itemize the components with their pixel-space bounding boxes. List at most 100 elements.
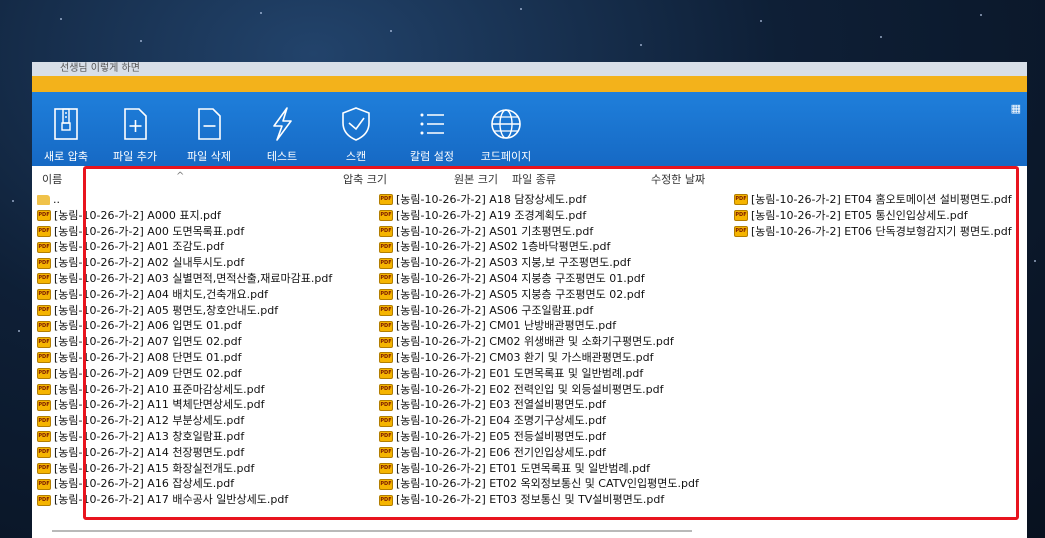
list-item[interactable]: PDF [농림-10-26-가-2] AS04 지붕층 구조평면도 01.pdf: [379, 271, 699, 287]
list-item[interactable]: PDF [농림-10-26-가-2] ET04 홈오토메이션 설비평면도.pdf: [734, 192, 1012, 208]
list-item[interactable]: PDF [농림-10-26-가-2] CM01 난방배관평면도.pdf: [379, 318, 699, 334]
list-item[interactable]: PDF [농림-10-26-가-2] A13 창호일람표.pdf: [37, 429, 332, 445]
scan-label: 스캔: [345, 150, 367, 163]
column-header-file-type[interactable]: 파일 종류: [512, 171, 556, 187]
add-file-button[interactable]: 파일 추가: [103, 104, 167, 164]
list-item[interactable]: PDF [농림-10-26-가-2] ET02 옥외정보통신 및 CATV인입평면…: [379, 476, 699, 492]
list-item-label: [농림-10-26-가-2] ET02 옥외정보통신 및 CATV인입평면도.p…: [396, 477, 699, 491]
pdf-file-icon: PDF: [37, 336, 51, 348]
pdf-file-icon: PDF: [379, 383, 393, 395]
list-item[interactable]: PDF [농림-10-26-가-2] A08 단면도 01.pdf: [37, 350, 332, 366]
pdf-file-icon: PDF: [37, 304, 51, 316]
list-item-label: ..: [53, 193, 60, 206]
list-item[interactable]: PDF [농림-10-26-가-2] A15 화장실전개도.pdf: [37, 461, 332, 477]
pdf-file-icon: PDF: [379, 399, 393, 411]
list-item-label: [농림-10-26-가-2] A00 도면목록표.pdf: [54, 224, 245, 238]
list-item[interactable]: PDF [농림-10-26-가-2] ET06 단독경보형감지기 평면도.pdf: [734, 224, 1012, 240]
list-item[interactable]: PDF [농림-10-26-가-2] E01 도면목록표 및 일반범례.pdf: [379, 366, 699, 382]
pdf-file-icon: PDF: [37, 494, 51, 506]
pdf-file-icon: PDF: [37, 447, 51, 459]
list-item-label: [농림-10-26-가-2] AS03 지붕,보 구조평면도.pdf: [396, 256, 631, 270]
list-item[interactable]: PDF [농림-10-26-가-2] A16 잡상세도.pdf: [37, 476, 332, 492]
pdf-file-icon: PDF: [37, 478, 51, 490]
list-item[interactable]: PDF [농림-10-26-가-2] E04 조명기구상세도.pdf: [379, 413, 699, 429]
list-item[interactable]: PDF [농림-10-26-가-2] A05 평면도,창호안내도.pdf: [37, 303, 332, 319]
file-add-icon: [124, 108, 147, 140]
globe-icon: [491, 109, 521, 139]
list-item-label: [농림-10-26-가-2] CM01 난방배관평면도.pdf: [396, 319, 617, 333]
list-item[interactable]: PDF [농림-10-26-가-2] A03 실별면적,면적산출,재료마감표.pd…: [37, 271, 332, 287]
pdf-file-icon: PDF: [734, 225, 748, 237]
list-item[interactable]: PDF [농림-10-26-가-2] A10 표준마감상세도.pdf: [37, 382, 332, 398]
test-button[interactable]: 테스트: [250, 104, 314, 164]
list-item[interactable]: PDF [농림-10-26-가-2] A12 부분상세도.pdf: [37, 413, 332, 429]
list-item[interactable]: PDF [농림-10-26-가-2] ET01 도면목록표 및 일반범례.pdf: [379, 461, 699, 477]
column-header-compressed-size[interactable]: 압축 크기: [343, 171, 387, 187]
list-item[interactable]: PDF [농림-10-26-가-2] ET03 정보통신 및 TV설비평면도.pd…: [379, 492, 699, 508]
list-item[interactable]: PDF [농림-10-26-가-2] AS03 지붕,보 구조평면도.pdf: [379, 255, 699, 271]
list-item[interactable]: PDF [농림-10-26-가-2] A00 도면목록표.pdf: [37, 224, 332, 240]
list-item[interactable]: PDF [농림-10-26-가-2] E06 전기인입상세도.pdf: [379, 445, 699, 461]
list-item-label: [농림-10-26-가-2] A08 단면도 01.pdf: [54, 350, 242, 364]
list-item-parent[interactable]: ..: [37, 192, 332, 208]
pdf-file-icon: PDF: [379, 320, 393, 332]
pdf-file-icon: PDF: [379, 478, 393, 490]
list-item[interactable]: PDF [농림-10-26-가-2] AS01 기초평면도.pdf: [379, 224, 699, 240]
horizontal-scrollbar[interactable]: [52, 530, 692, 532]
list-item[interactable]: PDF [농림-10-26-가-2] CM02 위생배관 및 소화기구평면도.pd…: [379, 334, 699, 350]
title-accent-bar: [32, 76, 1027, 92]
list-item[interactable]: PDF [농림-10-26-가-2] A11 벽체단면상세도.pdf: [37, 397, 332, 413]
list-item[interactable]: PDF [농림-10-26-가-2] A19 조경계획도.pdf: [379, 208, 699, 224]
list-item[interactable]: PDF [농림-10-26-가-2] A000 표지.pdf: [37, 208, 332, 224]
list-item-label: [농림-10-26-가-2] A07 입면도 02.pdf: [54, 335, 242, 349]
delete-file-button[interactable]: 파일 삭제: [177, 104, 241, 164]
new-archive-label: 새로 압축: [44, 150, 88, 163]
grid-view-icon[interactable]: ▦: [1011, 102, 1021, 115]
codepage-button[interactable]: 코드페이지: [474, 104, 538, 164]
list-item[interactable]: PDF [농림-10-26-가-2] A18 담장상세도.pdf: [379, 192, 699, 208]
list-item-label: [농림-10-26-가-2] A05 평면도,창호안내도.pdf: [54, 303, 279, 317]
list-item[interactable]: PDF [농림-10-26-가-2] AS02 1층바닥평면도.pdf: [379, 239, 699, 255]
column-header-name[interactable]: 이름: [42, 171, 62, 187]
list-item[interactable]: PDF [농림-10-26-가-2] A04 배치도,건축개요.pdf: [37, 287, 332, 303]
list-item-label: [농림-10-26-가-2] E04 조명기구상세도.pdf: [396, 414, 606, 428]
list-item[interactable]: PDF [농림-10-26-가-2] A09 단면도 02.pdf: [37, 366, 332, 382]
list-item[interactable]: PDF [농림-10-26-가-2] AS06 구조일람표.pdf: [379, 303, 699, 319]
list-item[interactable]: PDF [농림-10-26-가-2] ET05 통신인입상세도.pdf: [734, 208, 1012, 224]
list-item-label: [농림-10-26-가-2] A11 벽체단면상세도.pdf: [54, 398, 265, 412]
list-item-label: [농림-10-26-가-2] AS01 기초평면도.pdf: [396, 224, 594, 238]
pdf-file-icon: PDF: [379, 289, 393, 301]
list-item-label: [농림-10-26-가-2] E03 전열설비평면도.pdf: [396, 398, 606, 412]
list-item[interactable]: PDF [농림-10-26-가-2] A06 입면도 01.pdf: [37, 318, 332, 334]
pdf-file-icon: PDF: [379, 225, 393, 237]
scan-button[interactable]: 스캔: [324, 104, 388, 164]
list-item-label: [농림-10-26-가-2] A06 입면도 01.pdf: [54, 319, 242, 333]
window-title: 선생님 이렇게 하면: [32, 62, 1027, 76]
list-item[interactable]: PDF [농림-10-26-가-2] A02 실내투시도.pdf: [37, 255, 332, 271]
list-item-label: [농림-10-26-가-2] AS06 구조일람표.pdf: [396, 303, 594, 317]
pdf-file-icon: PDF: [37, 257, 51, 269]
column-header-original-size[interactable]: 원본 크기: [454, 171, 498, 187]
column-settings-button[interactable]: 칼럼 설정: [400, 104, 464, 164]
file-list: 이름 ^ 압축 크기 원본 크기 파일 종류 수정한 날짜 .. PDF [농림-…: [32, 166, 1027, 538]
pdf-file-icon: PDF: [379, 431, 393, 443]
list-item-label: [농림-10-26-가-2] A10 표준마감상세도.pdf: [54, 382, 265, 396]
list-item[interactable]: PDF [농림-10-26-가-2] E02 전력인입 및 외등설비평면도.pdf: [379, 382, 699, 398]
list-item[interactable]: PDF [농림-10-26-가-2] A14 천장평면도.pdf: [37, 445, 332, 461]
list-item[interactable]: PDF [농림-10-26-가-2] A07 입면도 02.pdf: [37, 334, 332, 350]
list-item-label: [농림-10-26-가-2] E01 도면목록표 및 일반범례.pdf: [396, 366, 644, 380]
pdf-file-icon: PDF: [734, 210, 748, 222]
pdf-file-icon: PDF: [37, 368, 51, 380]
list-item-label: [농림-10-26-가-2] ET04 홈오토메이션 설비평면도.pdf: [751, 193, 1012, 206]
new-archive-button[interactable]: 새로 압축: [34, 104, 98, 164]
list-item[interactable]: PDF [농림-10-26-가-2] E05 전등설비평면도.pdf: [379, 429, 699, 445]
lightning-icon: [273, 107, 292, 141]
list-item[interactable]: PDF [농림-10-26-가-2] E03 전열설비평면도.pdf: [379, 397, 699, 413]
pdf-file-icon: PDF: [379, 241, 393, 253]
column-header-modified-date[interactable]: 수정한 날짜: [651, 171, 705, 187]
pdf-file-icon: PDF: [379, 368, 393, 380]
list-item[interactable]: PDF [농림-10-26-가-2] AS05 지붕층 구조평면도 02.pdf: [379, 287, 699, 303]
list-item[interactable]: PDF [농림-10-26-가-2] CM03 환기 및 가스배관평면도.pdf: [379, 350, 699, 366]
list-item[interactable]: PDF [농림-10-26-가-2] A17 배수공사 일반상세도.pdf: [37, 492, 332, 508]
list-item[interactable]: PDF [농림-10-26-가-2] A01 조감도.pdf: [37, 239, 332, 255]
